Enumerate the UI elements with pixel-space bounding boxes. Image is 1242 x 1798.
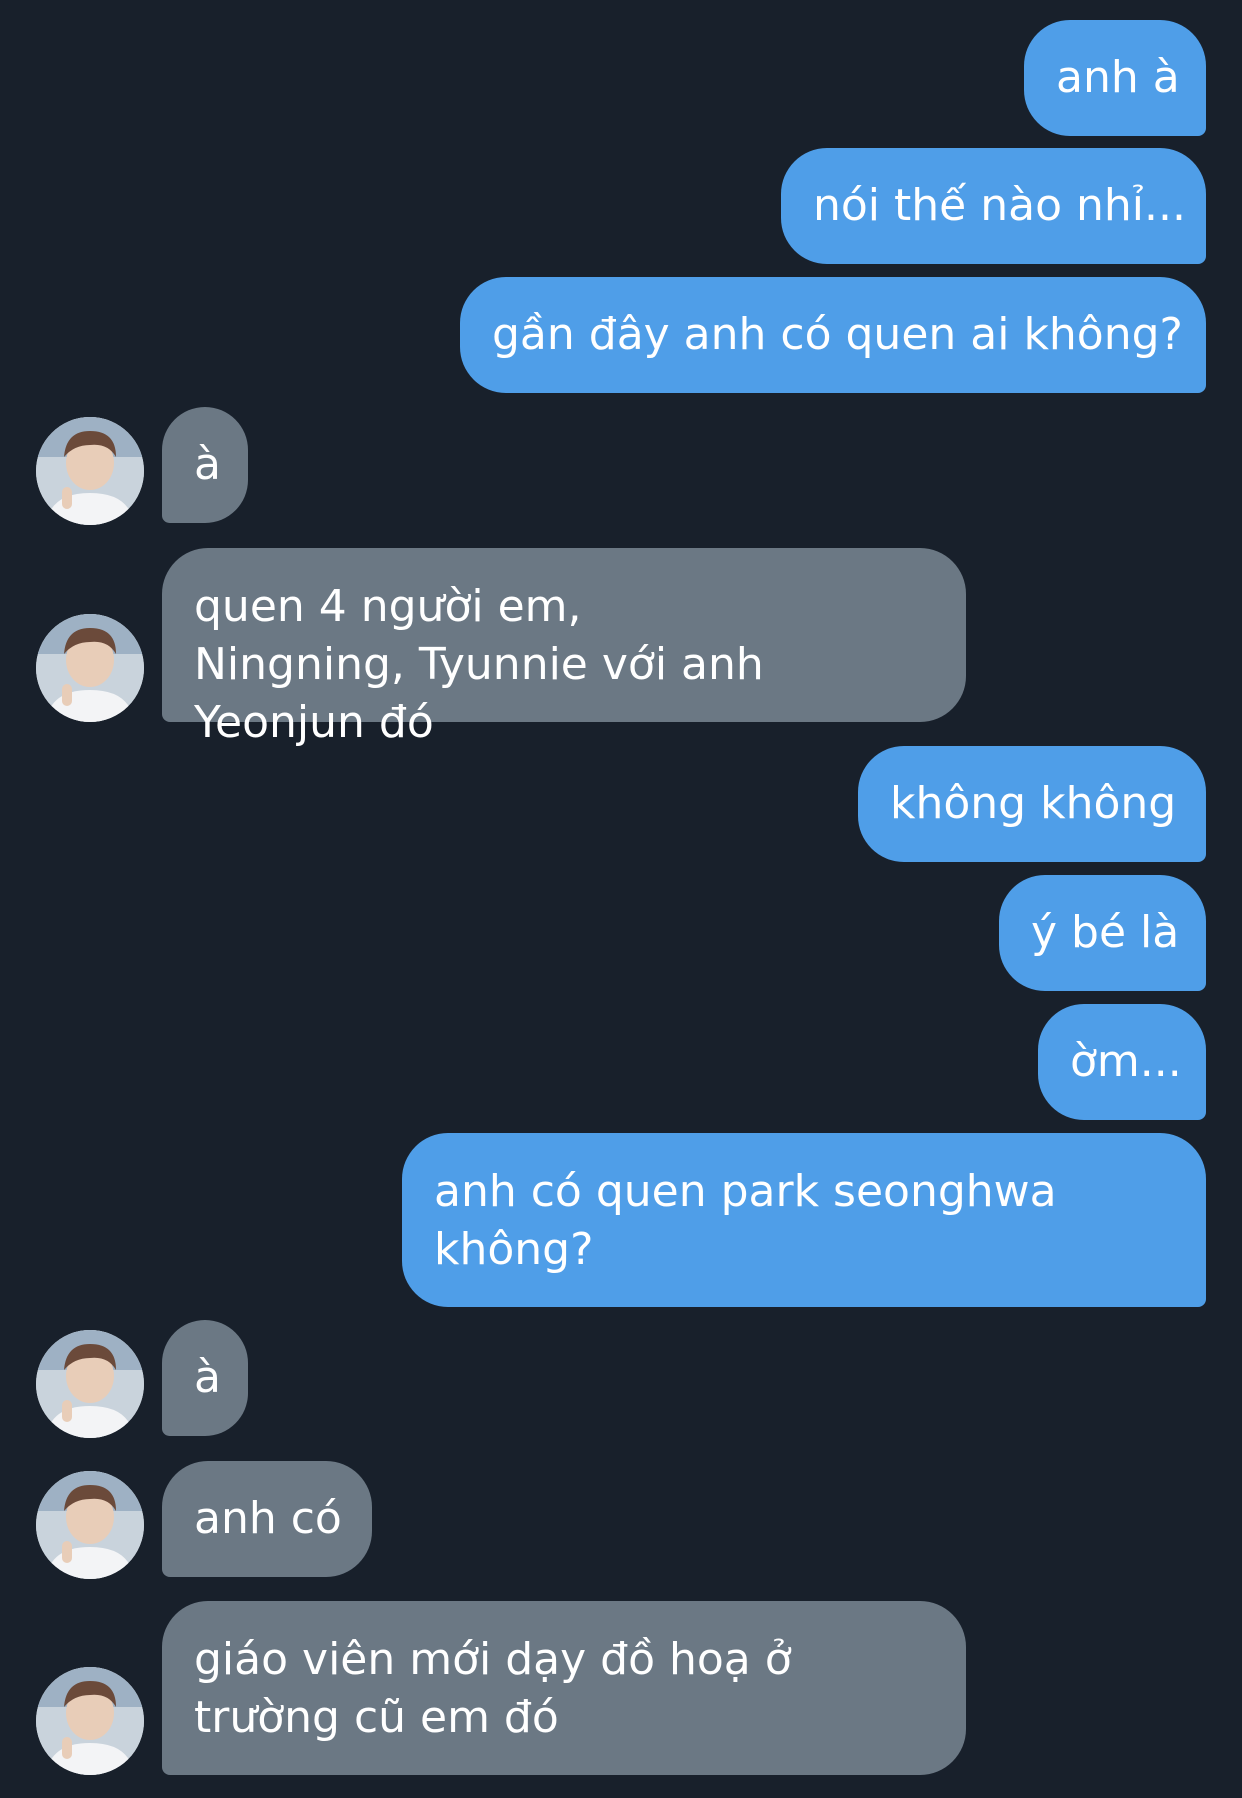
contact-avatar-icon[interactable] [36,1667,144,1775]
message-text: anh à [1056,52,1180,103]
contact-avatar-icon[interactable] [36,1330,144,1438]
contact-avatar-icon[interactable] [36,614,144,722]
message-text: nói thế nào nhỉ... [813,180,1186,231]
contact-avatar-icon[interactable] [36,1471,144,1579]
avatar-image [36,614,144,722]
message-text: ý bé là [1031,907,1180,958]
message-text: anh có [194,1493,342,1544]
outgoing-message-bubble[interactable]: ờm... [1038,1004,1206,1120]
incoming-message-bubble[interactable]: giáo viên mới dạy đồ hoạ ở trường cũ em … [162,1601,966,1775]
avatar-image [36,417,144,525]
message-text: anh có quen park seonghwa không? [434,1166,1057,1275]
avatar-image [36,1330,144,1438]
message-text: gần đây anh có quen ai không? [492,309,1183,360]
outgoing-message-bubble[interactable]: không không [858,746,1206,862]
incoming-message-bubble[interactable]: à [162,1320,248,1436]
incoming-message-bubble[interactable]: anh có [162,1461,372,1577]
outgoing-message-bubble[interactable]: nói thế nào nhỉ... [781,148,1206,264]
outgoing-message-bubble[interactable]: anh à [1024,20,1206,136]
outgoing-message-bubble[interactable]: gần đây anh có quen ai không? [460,277,1206,393]
message-text: ờm... [1070,1036,1182,1087]
contact-avatar-icon[interactable] [36,417,144,525]
incoming-message-bubble[interactable]: quen 4 người em, Ningning, Tyunnie với a… [162,548,966,748]
avatar-image [36,1667,144,1775]
incoming-message-bubble[interactable]: à [162,407,248,523]
message-text: quen 4 người em, Ningning, Tyunnie với a… [194,581,764,748]
outgoing-message-bubble[interactable]: ý bé là [999,875,1206,991]
chat-thread[interactable]: anh à nói thế nào nhỉ... gần đây anh có … [0,0,1242,1798]
outgoing-message-bubble[interactable]: anh có quen park seonghwa không? [402,1133,1206,1307]
avatar-image [36,1471,144,1579]
message-text: không không [890,778,1177,829]
message-text: à [194,1352,221,1403]
message-text: à [194,439,221,490]
message-text: giáo viên mới dạy đồ hoạ ở trường cũ em … [194,1634,792,1743]
